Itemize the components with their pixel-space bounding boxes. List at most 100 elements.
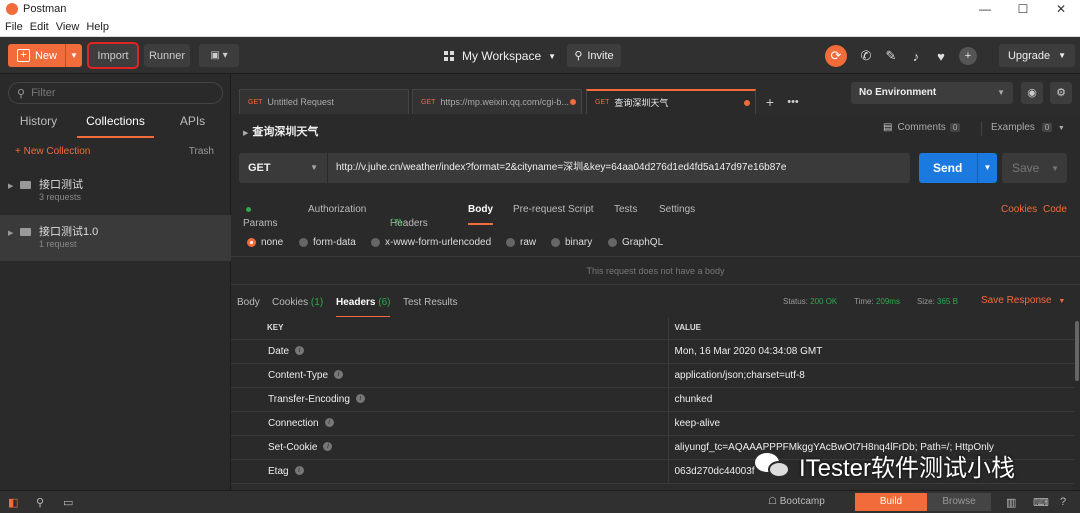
- radio-binary[interactable]: binary: [551, 237, 592, 248]
- collection-item[interactable]: ▶ 接口测试 3 requests: [0, 168, 231, 214]
- info-icon[interactable]: i: [295, 346, 305, 356]
- upgrade-label: Upgrade: [1007, 49, 1051, 62]
- status-bar: ◧ ⚲ ▭ ☖ Bootcamp Build Browse ▥ ⌨ ?: [0, 490, 1080, 513]
- new-collection-button[interactable]: + New Collection: [15, 146, 90, 157]
- chevron-down-icon: ▼: [1058, 298, 1066, 305]
- tab-collections[interactable]: Collections: [77, 110, 154, 138]
- resp-tab-headers[interactable]: Headers (6): [336, 297, 391, 318]
- radio-icon: [299, 238, 308, 247]
- menu-file[interactable]: File: [5, 21, 23, 33]
- close-icon[interactable]: ✕: [1042, 0, 1080, 18]
- header-key: Connection i: [231, 411, 668, 436]
- request-tab[interactable]: GET https://mp.weixin.qq.com/cgi-b...: [412, 89, 582, 114]
- collection-count: 3 requests: [39, 192, 82, 202]
- console-icon[interactable]: ▭: [63, 496, 73, 509]
- filter-input[interactable]: ⚲ Filter: [8, 82, 223, 104]
- heart-icon[interactable]: ♥: [934, 49, 948, 64]
- vertical-scrollbar[interactable]: [1074, 317, 1080, 490]
- menu-edit[interactable]: Edit: [30, 21, 49, 33]
- request-tab-active[interactable]: GET 查询深圳天气: [586, 89, 756, 114]
- plus-circle-icon[interactable]: +: [959, 47, 977, 65]
- gear-icon[interactable]: ⚙: [1050, 82, 1072, 104]
- resp-tab-body[interactable]: Body: [237, 297, 260, 308]
- code-link[interactable]: Code: [1043, 204, 1067, 215]
- import-button[interactable]: Import: [87, 42, 139, 69]
- comments-button[interactable]: ▤ Comments 0: [883, 122, 961, 133]
- radio-x-www-form-urlencoded[interactable]: x-www-form-urlencoded: [371, 237, 491, 248]
- new-button[interactable]: + New ▼: [8, 44, 82, 67]
- info-icon[interactable]: i: [334, 370, 344, 380]
- menu-view[interactable]: View: [56, 21, 80, 33]
- tab-apis[interactable]: APIs: [154, 110, 231, 138]
- chevron-right-icon[interactable]: ▶: [8, 182, 13, 190]
- send-button[interactable]: Send ▼: [919, 153, 997, 183]
- tab-method: GET: [595, 99, 610, 106]
- new-window-button[interactable]: ▣ ▾: [199, 44, 239, 67]
- maximize-icon[interactable]: ☐: [1004, 0, 1042, 18]
- method-select[interactable]: GET ▼: [239, 153, 327, 183]
- tab-authorization[interactable]: Authorization: [308, 204, 366, 215]
- info-icon[interactable]: i: [294, 466, 304, 476]
- chevron-down-icon[interactable]: ▼: [65, 44, 82, 67]
- tab-settings[interactable]: Settings: [659, 204, 695, 215]
- bell-icon[interactable]: ♪: [909, 49, 923, 64]
- chevron-right-icon: ▶: [243, 130, 249, 137]
- tab-history[interactable]: History: [0, 110, 77, 138]
- column-header-value: VALUE: [667, 317, 1074, 340]
- more-icon[interactable]: •••: [783, 92, 803, 112]
- chevron-down-icon[interactable]: ▼: [977, 153, 997, 183]
- scroll-thumb[interactable]: [1075, 321, 1079, 381]
- title-bar: Postman — ☐ ✕: [0, 0, 1080, 18]
- search-icon[interactable]: ⚲: [36, 496, 44, 509]
- wrench-icon[interactable]: ✎: [884, 48, 898, 64]
- folder-icon: [20, 228, 31, 236]
- radio-form-data[interactable]: form-data: [299, 237, 356, 248]
- satellite-icon[interactable]: ✆: [859, 48, 873, 64]
- menu-bar: File Edit View Help: [0, 18, 1080, 37]
- info-icon[interactable]: i: [324, 418, 334, 428]
- trash-button[interactable]: Trash: [189, 146, 214, 157]
- collection-item[interactable]: ▶ 接口测试1.0 1 request: [0, 215, 231, 261]
- radio-none[interactable]: none: [247, 237, 283, 248]
- cookies-link[interactable]: Cookies: [1001, 204, 1037, 215]
- tab-body[interactable]: Body: [468, 204, 493, 225]
- minimize-icon[interactable]: —: [966, 0, 1004, 18]
- chevron-down-icon[interactable]: ▼: [1051, 164, 1059, 173]
- workspace-selector[interactable]: My Workspace ▼: [444, 49, 556, 63]
- radio-raw[interactable]: raw: [506, 237, 536, 248]
- add-tab-icon[interactable]: +: [760, 92, 780, 112]
- chevron-right-icon[interactable]: ▶: [8, 229, 13, 237]
- save-button[interactable]: Save ▼: [1002, 153, 1067, 183]
- resp-tab-cookies[interactable]: Cookies (1): [272, 297, 323, 308]
- keyboard-icon[interactable]: ⌨: [1033, 496, 1049, 509]
- examples-button[interactable]: Examples 0 ▼: [991, 122, 1065, 133]
- chevron-down-icon: ▼: [548, 51, 557, 61]
- no-body-message: This request does not have a body: [231, 256, 1080, 285]
- menu-help[interactable]: Help: [86, 21, 109, 33]
- resp-tab-test-results[interactable]: Test Results: [403, 297, 457, 308]
- eye-icon[interactable]: ◉: [1021, 82, 1043, 104]
- toggle-sidebar-icon[interactable]: ◧: [8, 496, 18, 509]
- info-icon[interactable]: i: [323, 442, 333, 452]
- url-input[interactable]: http://v.juhe.cn/weather/index?format=2&…: [328, 153, 910, 183]
- chevron-down-icon: ▼: [1057, 125, 1065, 132]
- info-icon[interactable]: i: [355, 394, 365, 404]
- request-name[interactable]: ▶ 查询深圳天气: [243, 123, 318, 139]
- tab-tests[interactable]: Tests: [614, 204, 637, 215]
- bootcamp-button[interactable]: ☖ Bootcamp: [768, 496, 825, 507]
- radio-graphql[interactable]: GraphQL: [608, 237, 663, 248]
- invite-button[interactable]: ⚲ Invite: [567, 44, 621, 67]
- upgrade-button[interactable]: Upgrade ▼: [999, 44, 1075, 67]
- radio-icon: [506, 238, 515, 247]
- environment-select[interactable]: No Environment ▼: [851, 82, 1013, 104]
- request-tab[interactable]: GET Untitled Request: [239, 89, 409, 114]
- sync-icon[interactable]: ⟳: [825, 45, 847, 67]
- tab-prerequest-script[interactable]: Pre-request Script: [513, 204, 594, 215]
- tab-params[interactable]: Params: [243, 204, 277, 229]
- save-response-button[interactable]: Save Response ▼: [981, 295, 1065, 306]
- layout-icon[interactable]: ▥: [1006, 496, 1016, 509]
- build-button[interactable]: Build: [855, 493, 927, 511]
- help-icon[interactable]: ?: [1060, 496, 1066, 508]
- runner-button[interactable]: Runner: [144, 44, 190, 67]
- browse-button[interactable]: Browse: [927, 493, 991, 511]
